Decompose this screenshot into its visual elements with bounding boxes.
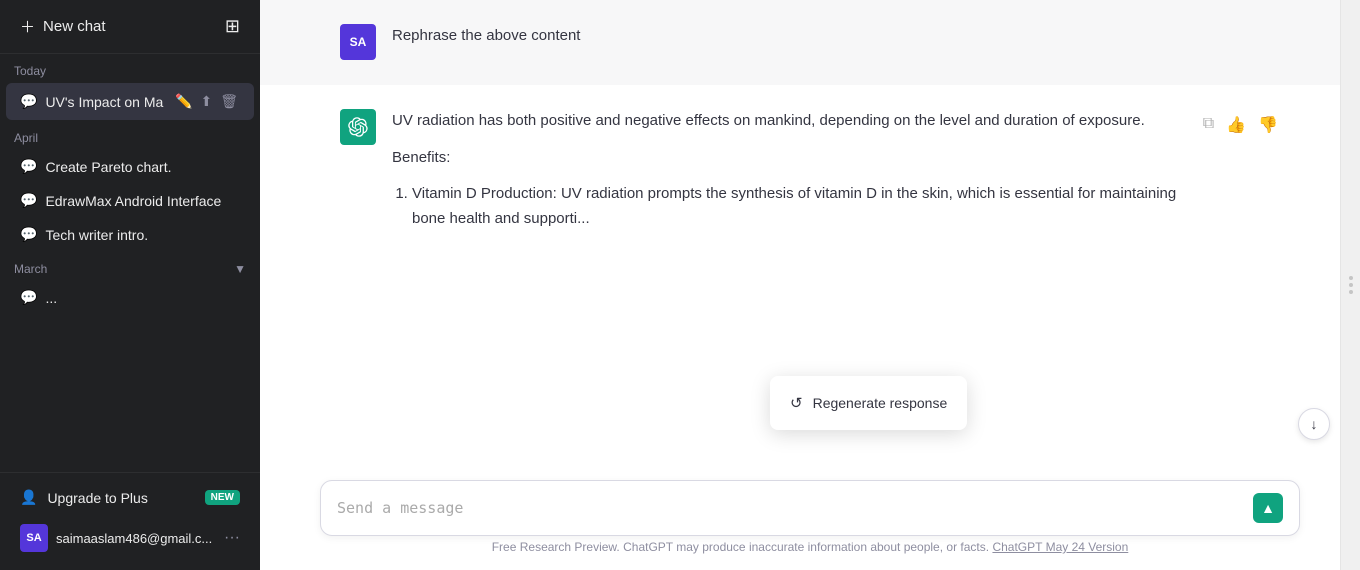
message-input-wrapper: ▲ xyxy=(320,480,1300,536)
new-chat-button[interactable]: ＋ New chat xyxy=(12,10,217,43)
layout-toggle-button[interactable]: ⊞ xyxy=(217,10,248,43)
section-march-header: March ▼ xyxy=(0,252,260,280)
assistant-intro: UV radiation has both positive and negat… xyxy=(392,109,1185,134)
send-icon: ▲ xyxy=(1261,500,1275,516)
sidebar-header: ＋ New chat ⊞ xyxy=(0,0,260,54)
user-avatar-initials: SA xyxy=(350,35,367,49)
edit-icon[interactable]: ✏️ xyxy=(173,91,194,112)
user-email: saimaaslam486@gmail.c... xyxy=(56,531,216,546)
sidebar-item-march-1[interactable]: 💬 ... xyxy=(6,281,254,314)
share-icon[interactable]: ⬆ xyxy=(198,91,214,112)
resize-handle xyxy=(1340,0,1360,570)
regenerate-popup: ↺ Regenerate response xyxy=(770,376,967,430)
user-avatar: SA xyxy=(20,524,48,552)
sidebar-item-pareto-text: Create Pareto chart. xyxy=(45,159,240,175)
openai-logo-icon xyxy=(348,117,368,137)
sidebar-item-techwriter-text: Tech writer intro. xyxy=(45,227,240,243)
section-march-label: March xyxy=(14,262,47,276)
user-avatar-circle: SA xyxy=(340,24,376,60)
sidebar-scroll: Today 💬 UV's Impact on Ma ✏️ ⬆ 🗑 April 💬… xyxy=(0,54,260,472)
disclaimer: Free Research Preview. ChatGPT may produ… xyxy=(320,536,1300,562)
disclaimer-text: Free Research Preview. ChatGPT may produ… xyxy=(492,540,989,554)
user-circle-icon: 👤 xyxy=(20,489,37,506)
chat-icon-4: 💬 xyxy=(20,226,37,243)
chatgpt-version-link[interactable]: ChatGPT May 24 Version xyxy=(992,540,1128,554)
new-badge: NEW xyxy=(205,490,240,505)
user-message-text: Rephrase the above content xyxy=(392,24,1280,49)
user-initials: SA xyxy=(26,532,41,544)
thumbs-down-button[interactable]: 👎 xyxy=(1256,113,1280,137)
chat-icon-5: 💬 xyxy=(20,289,37,306)
section-today-label: Today xyxy=(14,64,46,78)
assistant-message-actions: ⧉ 👍 👎 xyxy=(1201,109,1280,268)
regenerate-label: Regenerate response xyxy=(813,395,948,411)
section-today-header: Today xyxy=(0,54,260,82)
assistant-list: Vitamin D Production: UV radiation promp… xyxy=(392,182,1185,232)
input-area: ▲ Free Research Preview. ChatGPT may pro… xyxy=(260,468,1360,570)
sidebar-item-pareto[interactable]: 💬 Create Pareto chart. xyxy=(6,150,254,183)
sidebar-item-edrawmax[interactable]: 💬 EdrawMax Android Interface xyxy=(6,184,254,217)
sidebar-item-uv-actions: ✏️ ⬆ 🗑 xyxy=(173,91,240,112)
gpt-avatar-circle xyxy=(340,109,376,145)
upgrade-label: Upgrade to Plus xyxy=(47,490,147,506)
resize-dot-1 xyxy=(1349,276,1353,280)
resize-dot-2 xyxy=(1349,283,1353,287)
sidebar-item-uv-text: UV's Impact on Ma xyxy=(45,94,165,110)
section-april-header: April xyxy=(0,121,260,149)
sidebar-item-uv[interactable]: 💬 UV's Impact on Ma ✏️ ⬆ 🗑 xyxy=(6,83,254,120)
sidebar-footer: 👤 Upgrade to Plus NEW SA saimaaslam486@g… xyxy=(0,472,260,570)
new-chat-label: New chat xyxy=(43,18,106,35)
sidebar-item-techwriter[interactable]: 💬 Tech writer intro. xyxy=(6,218,254,251)
resize-dot-3 xyxy=(1349,290,1353,294)
scroll-down-button[interactable]: ↓ xyxy=(1298,408,1330,440)
plus-icon: ＋ xyxy=(20,16,35,37)
upgrade-to-plus-button[interactable]: 👤 Upgrade to Plus NEW xyxy=(6,481,254,514)
scroll-down-icon: ↓ xyxy=(1311,416,1318,432)
send-button[interactable]: ▲ xyxy=(1253,493,1283,523)
assistant-benefits-label: Benefits: xyxy=(392,146,1185,171)
message-input[interactable] xyxy=(337,496,1253,520)
regenerate-icon: ↺ xyxy=(790,394,803,412)
assistant-list-item-1: Vitamin D Production: UV radiation promp… xyxy=(412,182,1185,232)
user-row[interactable]: SA saimaaslam486@gmail.c... ··· xyxy=(6,516,254,560)
section-april-label: April xyxy=(14,131,38,145)
main-chat-area: SA Rephrase the above content UV radiati… xyxy=(260,0,1360,570)
sidebar: ＋ New chat ⊞ Today 💬 UV's Impact on Ma ✏… xyxy=(0,0,260,570)
resize-dots xyxy=(1349,276,1353,294)
list-item-1-text: Vitamin D Production: UV radiation promp… xyxy=(412,185,1176,227)
chat-icon-3: 💬 xyxy=(20,192,37,209)
sidebar-item-edrawmax-text: EdrawMax Android Interface xyxy=(45,193,240,209)
assistant-message-row: UV radiation has both positive and negat… xyxy=(260,85,1360,268)
chat-icon: 💬 xyxy=(20,93,37,110)
thumbs-up-button[interactable]: 👍 xyxy=(1224,113,1248,137)
user-message-content: Rephrase the above content xyxy=(392,24,1280,85)
march-collapse-arrow[interactable]: ▼ xyxy=(234,262,246,276)
user-message-row: SA Rephrase the above content xyxy=(260,0,1360,85)
sidebar-item-march-text: ... xyxy=(45,290,240,306)
assistant-message-content: UV radiation has both positive and negat… xyxy=(392,109,1185,268)
regenerate-response-item[interactable]: ↺ Regenerate response xyxy=(770,384,967,422)
layout-icon: ⊞ xyxy=(225,16,240,36)
delete-icon[interactable]: 🗑 xyxy=(218,91,240,112)
copy-button[interactable]: ⧉ xyxy=(1201,113,1216,135)
user-more-icon[interactable]: ··· xyxy=(224,529,240,547)
chat-icon-2: 💬 xyxy=(20,158,37,175)
